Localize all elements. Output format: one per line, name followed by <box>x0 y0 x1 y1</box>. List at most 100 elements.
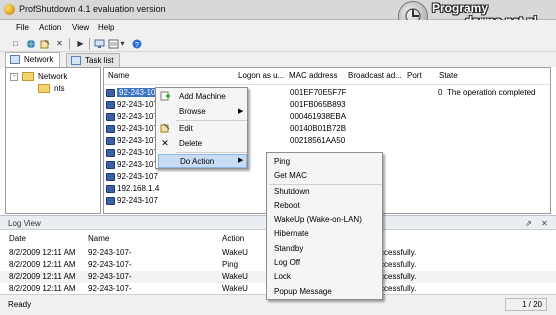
do-action-arrow-icon: ▶ <box>238 157 244 164</box>
log-name: 92-243-107- <box>88 272 132 281</box>
action-shutdown[interactable]: Shutdown <box>269 185 382 199</box>
computer-icon <box>106 149 115 157</box>
computer-icon <box>106 137 115 145</box>
log-date: 8/2/2009 12:11 AM <box>9 260 76 269</box>
log-date: 8/2/2009 12:11 AM <box>9 248 76 257</box>
delete-icon[interactable]: ✕ <box>54 38 65 49</box>
menu-do-action[interactable]: Do Action <box>158 154 247 168</box>
menu-action[interactable]: Action <box>39 23 61 32</box>
tree-root[interactable]: Network <box>38 72 67 81</box>
network-tab-icon <box>10 55 20 64</box>
row-mac: 00140B01B72B <box>290 124 347 133</box>
browse-arrow-icon: ▶ <box>238 108 244 115</box>
menu-browse[interactable]: Browse <box>158 105 247 119</box>
log-date: 8/2/2009 12:11 AM <box>9 272 76 281</box>
menu-separator <box>176 120 247 121</box>
row-name: 92-243-107 <box>117 148 158 157</box>
tab-strip: Network Task list <box>0 52 556 67</box>
log-name: 92-243-107- <box>88 248 132 257</box>
log-result: ccessfully. <box>380 260 417 269</box>
log-action: WakeU <box>222 284 248 293</box>
log-result: ccessfully. <box>380 284 417 293</box>
tab-network-label: Network <box>24 55 54 64</box>
network-tree: - Network nts <box>5 67 101 214</box>
app-icon <box>4 4 15 15</box>
close-icon[interactable]: ✕ <box>540 219 549 228</box>
action-standby[interactable]: Standby <box>269 242 382 256</box>
context-menu: Add Machine Browse ▶ Edit ✕ Delete Do Ac… <box>155 87 248 169</box>
new-icon[interactable]: □ <box>10 38 21 49</box>
row-name: 92-243-107 <box>117 196 158 205</box>
column-state[interactable]: State <box>439 71 458 80</box>
menu-delete[interactable]: Delete <box>158 137 247 151</box>
log-name: 92-243-107- <box>88 260 132 269</box>
row-name: 192.168.1.4 <box>117 184 160 193</box>
menu-help[interactable]: Help <box>98 23 114 32</box>
computer-icon <box>106 197 115 205</box>
log-view-title: Log View <box>8 219 41 228</box>
column-broadcast[interactable]: Broadcast ad... <box>348 71 402 80</box>
log-result: ccessfully. <box>380 248 417 257</box>
help-icon[interactable]: ? <box>131 38 142 49</box>
row-mac: 000461938EBA <box>290 112 347 121</box>
menu-file[interactable]: File <box>16 23 29 32</box>
toolbar-separator <box>69 38 70 50</box>
row-name: 92-243-107 <box>117 100 158 109</box>
action-log-off[interactable]: Log Off <box>269 256 382 270</box>
menu-separator <box>176 152 247 153</box>
log-column-name[interactable]: Name <box>88 234 109 243</box>
computer-icon <box>106 125 115 133</box>
log-result: ccessfully. <box>380 272 417 281</box>
row-port: 0 <box>438 88 443 97</box>
row-mac: 001EF70E5F7F <box>290 88 347 97</box>
computer-icon <box>106 161 115 169</box>
task-list-tab-icon <box>71 56 81 65</box>
row-name: 92-243-107 <box>117 136 158 145</box>
row-name: 92-243-107 <box>117 124 158 133</box>
log-action: WakeU <box>222 248 248 257</box>
pin-icon[interactable]: ⇗ <box>524 219 533 228</box>
column-logon[interactable]: Logon as u... <box>238 71 284 80</box>
status-text: Ready <box>8 300 32 309</box>
row-name: 92-243-107 <box>117 160 158 169</box>
tree-child[interactable]: nts <box>54 84 65 93</box>
folder-icon <box>38 84 50 93</box>
log-name: 92-243-107- <box>88 284 132 293</box>
edit-icon[interactable] <box>39 38 50 49</box>
view-icon[interactable] <box>108 38 119 49</box>
menu-add-machine[interactable]: Add Machine <box>158 90 247 104</box>
computer-icon <box>106 89 115 97</box>
action-lock[interactable]: Lock <box>269 270 382 284</box>
window-title: ProfShutdown 4.1 evaluation version <box>19 4 166 14</box>
menu-bar: File Action View Help <box>0 20 556 36</box>
action-ping[interactable]: Ping <box>269 155 382 169</box>
action-hibernate[interactable]: Hibernate <box>269 227 382 241</box>
column-name[interactable]: Name <box>108 71 129 80</box>
log-date: 8/2/2009 12:11 AM <box>9 284 76 293</box>
svg-text:?: ? <box>135 42 139 49</box>
row-mac: 00218561AA50 <box>290 136 346 145</box>
view-dropdown-icon[interactable]: ▾ <box>119 38 126 49</box>
header-rule <box>104 84 550 85</box>
monitor-icon[interactable] <box>94 38 105 49</box>
play-icon[interactable]: ▶ <box>75 38 86 49</box>
row-state: The operation completed <box>447 88 536 97</box>
menu-edit[interactable]: Edit <box>158 122 247 136</box>
action-reboot[interactable]: Reboot <box>269 199 382 213</box>
computer-icon <box>106 113 115 121</box>
menu-view[interactable]: View <box>72 23 89 32</box>
tree-collapse-icon[interactable]: - <box>10 73 18 81</box>
action-get-mac[interactable]: Get MAC <box>269 169 382 183</box>
folder-icon <box>22 72 34 81</box>
action-popup-message[interactable]: Popup Message <box>269 285 382 299</box>
globe-icon[interactable] <box>25 38 36 49</box>
tab-task-list[interactable]: Task list <box>66 53 121 67</box>
log-column-action[interactable]: Action <box>222 234 244 243</box>
log-column-date[interactable]: Date <box>9 234 26 243</box>
computer-icon <box>106 185 115 193</box>
column-port[interactable]: Port <box>407 71 422 80</box>
column-mac[interactable]: MAC address <box>289 71 337 80</box>
computer-icon <box>106 101 115 109</box>
action-wakeup[interactable]: WakeUp (Wake-on-LAN) <box>269 213 382 227</box>
tab-network[interactable]: Network <box>5 52 61 67</box>
